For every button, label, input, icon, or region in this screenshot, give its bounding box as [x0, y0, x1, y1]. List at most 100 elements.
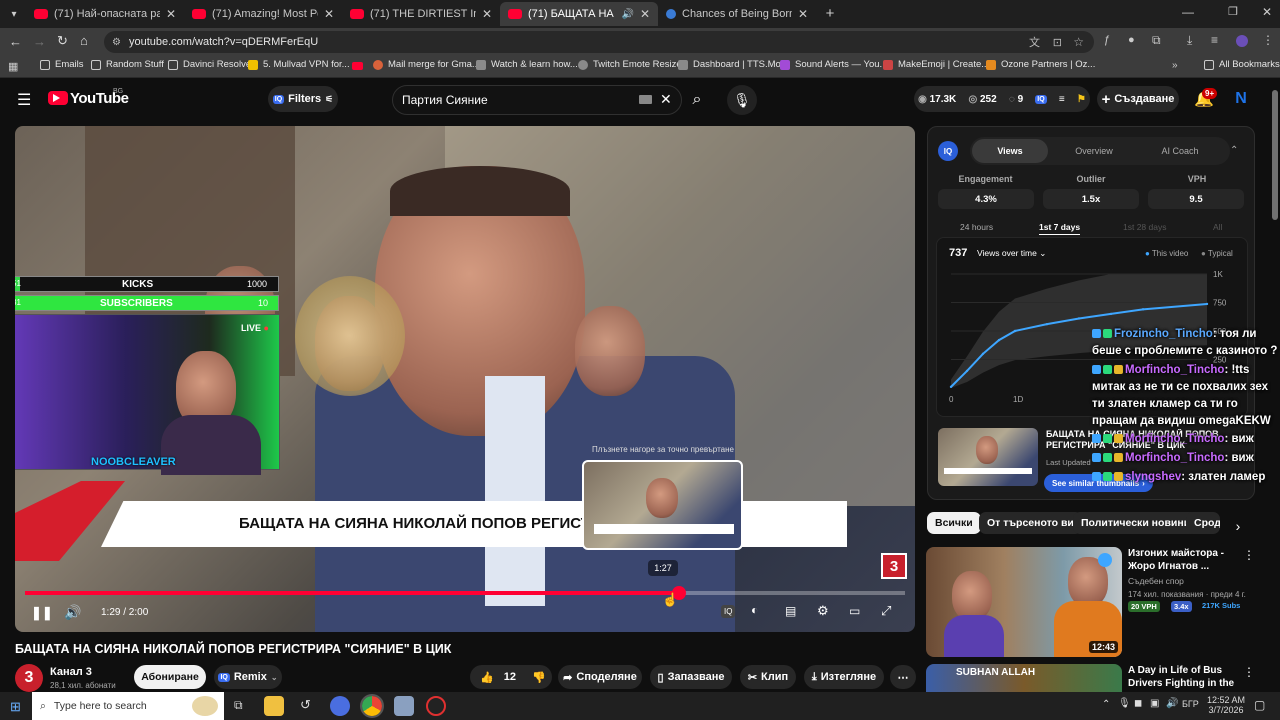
- related-menu-icon[interactable]: ⋮: [1243, 548, 1255, 562]
- extension-icon[interactable]: ●: [1128, 34, 1135, 46]
- tray-mic-icon[interactable]: 🎙: [1118, 698, 1131, 709]
- save-button[interactable]: ▯ Запазване: [650, 665, 732, 689]
- install-icon[interactable]: ⊡: [1053, 36, 1062, 49]
- close-tab-icon[interactable]: ✕: [166, 7, 176, 21]
- apps-grid-icon[interactable]: ▦: [8, 60, 18, 73]
- app-icon[interactable]: [330, 696, 350, 716]
- windows-start-icon[interactable]: ⊞: [10, 699, 21, 715]
- keyboard-icon[interactable]: [639, 95, 652, 104]
- close-tab-icon[interactable]: ✕: [798, 7, 808, 21]
- home-icon[interactable]: ⌂: [80, 33, 88, 48]
- browser-tab[interactable]: (71) Най-опасната работа във ✕: [26, 2, 184, 26]
- progress-bar[interactable]: [25, 586, 905, 600]
- related-menu-icon[interactable]: ⋮: [1243, 665, 1255, 679]
- related-channel[interactable]: Съдебен спор: [1128, 576, 1184, 586]
- translate-icon[interactable]: 文: [1029, 34, 1040, 50]
- bookmark-item[interactable]: Ozone Partners | Oz...: [986, 59, 1095, 70]
- remix-button[interactable]: IQ Remix ⌄: [214, 665, 282, 689]
- subscribe-button[interactable]: Абониране: [134, 665, 206, 689]
- search-input[interactable]: Партия Сияние: [402, 93, 488, 107]
- chrome-icon[interactable]: [360, 694, 384, 718]
- filters-button[interactable]: IQ Filters ⚟: [268, 86, 338, 112]
- search-box[interactable]: Партия Сияние ✕: [392, 85, 682, 115]
- task-view-icon[interactable]: ⧉: [234, 698, 243, 713]
- similar-thumbnail[interactable]: [938, 428, 1038, 486]
- notification-center-icon[interactable]: ▢: [1254, 698, 1265, 712]
- browser-tab[interactable]: (71) THE DIRTIEST Indian Street ✕: [342, 2, 500, 26]
- range-7-days[interactable]: 1st 7 days: [1039, 222, 1081, 235]
- tray-icon[interactable]: ◼: [1134, 698, 1142, 709]
- youtube-bookmark-icon[interactable]: [352, 62, 363, 70]
- dislike-icon[interactable]: 👎: [532, 671, 546, 684]
- browser-tab[interactable]: Chances of Being Born On Each ✕: [658, 2, 816, 26]
- bookmark-item[interactable]: MakeEmoji | Create...: [883, 59, 989, 70]
- address-bar[interactable]: ⚙ youtube.com/watch?v=qDERMFerEqU 文 ⊡ ☆: [104, 31, 1094, 53]
- language-indicator[interactable]: БГР: [1182, 699, 1199, 709]
- profile-avatar-icon[interactable]: [1236, 35, 1248, 47]
- tab-ai-coach[interactable]: AI Coach: [1142, 139, 1218, 163]
- back-icon[interactable]: ←: [9, 34, 22, 49]
- related-thumbnail[interactable]: SUBHAN ALLAH: [926, 664, 1122, 692]
- reading-list-icon[interactable]: ≡: [1211, 33, 1218, 47]
- bookmark-item[interactable]: Watch & learn how...: [476, 59, 578, 70]
- autoplay-toggle-icon[interactable]: ◐: [751, 603, 758, 617]
- chip-political-news[interactable]: Политически новини: [1073, 512, 1199, 534]
- range-all[interactable]: All: [1213, 222, 1222, 232]
- range-28-days[interactable]: 1st 28 days: [1123, 222, 1166, 232]
- hamburger-menu-icon[interactable]: ☰: [17, 90, 31, 110]
- page-scrollbar[interactable]: [1272, 90, 1278, 220]
- restore-icon[interactable]: ❐: [1228, 5, 1238, 18]
- forward-icon[interactable]: →: [33, 34, 46, 49]
- related-thumbnail[interactable]: 12:43: [926, 547, 1122, 657]
- tab-search-icon[interactable]: ▾: [6, 6, 22, 22]
- bookmark-item[interactable]: Dashboard | TTS.Mo...: [678, 59, 789, 70]
- search-icon[interactable]: ⌕: [682, 85, 712, 115]
- extension-icon[interactable]: ƒ: [1104, 34, 1110, 46]
- chip-all[interactable]: Всички: [927, 512, 981, 534]
- account-avatar[interactable]: N: [1231, 89, 1251, 109]
- video-player[interactable]: 51 KICKS 1000 31 SUBSCRIBERS 10 LIVE ● N…: [15, 126, 915, 632]
- site-info-icon[interactable]: ⚙: [112, 37, 121, 48]
- tab-views[interactable]: Views: [972, 139, 1048, 163]
- tray-chevron-icon[interactable]: ⌃: [1102, 699, 1110, 710]
- menu-kebab-icon[interactable]: ⋮: [1262, 33, 1274, 47]
- bookmark-item[interactable]: 5. Mullvad VPN for...: [248, 59, 350, 70]
- speaker-icon[interactable]: 🔊: [621, 9, 633, 20]
- pause-button[interactable]: ❚❚: [31, 605, 53, 621]
- app-icon[interactable]: [394, 696, 414, 716]
- close-tab-icon[interactable]: ✕: [640, 7, 650, 21]
- download-icon[interactable]: ⤓: [1187, 33, 1192, 48]
- new-tab-icon[interactable]: +: [822, 5, 838, 22]
- range-24h[interactable]: 24 hours: [960, 222, 993, 232]
- chip-from-search[interactable]: От търсеното ви: [979, 512, 1082, 534]
- close-window-icon[interactable]: ✕: [1262, 5, 1272, 19]
- close-tab-icon[interactable]: ✕: [482, 7, 492, 21]
- minimize-icon[interactable]: —: [1182, 5, 1194, 19]
- close-tab-icon[interactable]: ✕: [324, 7, 334, 21]
- clear-search-icon[interactable]: ✕: [660, 91, 672, 108]
- more-actions-button[interactable]: ⋯: [890, 665, 916, 689]
- collapse-chevron-icon[interactable]: ⌃: [1230, 145, 1238, 156]
- views-over-time-dropdown[interactable]: Views over time ⌄: [977, 248, 1046, 259]
- tray-network-icon[interactable]: ▣: [1150, 698, 1159, 709]
- chips-next-chevron-icon[interactable]: ›: [1228, 516, 1248, 536]
- obs-icon[interactable]: [426, 696, 446, 716]
- tab-overview[interactable]: Overview: [1056, 139, 1132, 163]
- all-bookmarks-folder[interactable]: All Bookmarks: [1204, 59, 1280, 70]
- list-icon[interactable]: ≡: [1059, 94, 1065, 105]
- subtitles-icon[interactable]: ▤: [785, 604, 796, 618]
- file-explorer-icon[interactable]: [264, 696, 284, 716]
- iq-icon[interactable]: IQ: [1035, 94, 1047, 104]
- related-title[interactable]: Изгоних майстора - Жоро Игнатов ...: [1128, 547, 1240, 573]
- app-icon[interactable]: ↺: [300, 697, 311, 713]
- bookmark-item[interactable]: Twitch Emote Resizer: [578, 59, 685, 70]
- tag-icon[interactable]: ⚑: [1077, 94, 1086, 105]
- download-button[interactable]: ⤓ Изтегляне: [804, 665, 884, 689]
- volume-icon[interactable]: 🔊: [64, 604, 81, 621]
- bookmark-item[interactable]: Davinci Resolve: [168, 59, 251, 70]
- tray-volume-icon[interactable]: 🔊: [1166, 698, 1178, 709]
- share-button[interactable]: ➦ Споделяне: [558, 665, 642, 689]
- channel-avatar[interactable]: 3: [15, 664, 43, 692]
- channel-name[interactable]: Канал 3: [50, 666, 92, 678]
- settings-gear-icon[interactable]: ⚙: [817, 603, 829, 619]
